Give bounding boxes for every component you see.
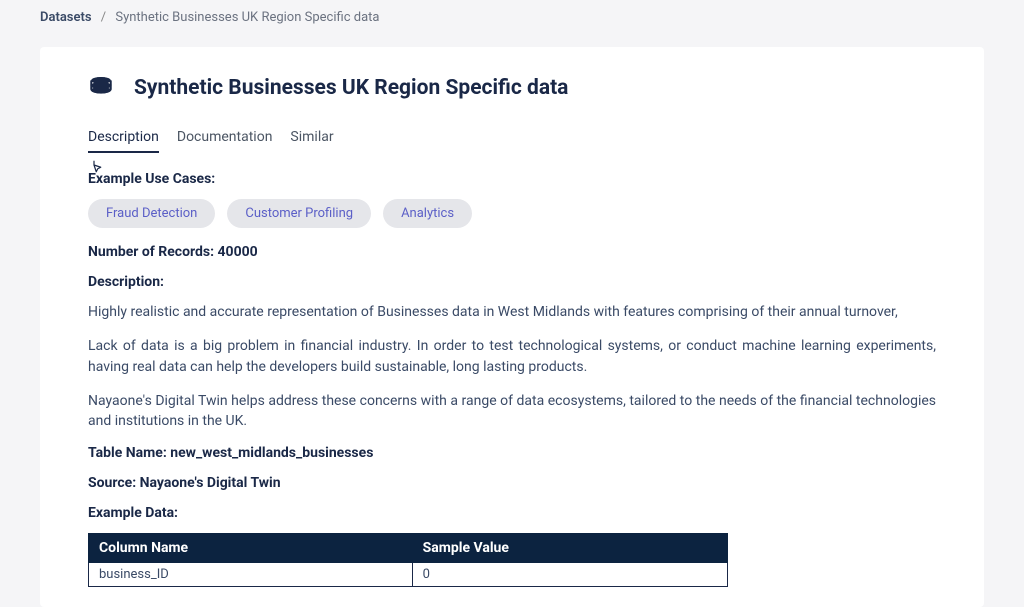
example-table: Column Name Sample Value business_ID 0 (88, 533, 728, 587)
th-column-name: Column Name (89, 534, 413, 563)
tab-description[interactable]: Description (88, 129, 159, 153)
source-value: Nayaone's Digital Twin (140, 475, 281, 491)
table-name-value: new_west_midlands_businesses (170, 445, 373, 461)
records-value: 40000 (218, 244, 258, 260)
description-p3: Nayaone's Digital Twin helps address the… (88, 391, 936, 432)
table-name-key: Table Name: (88, 445, 170, 461)
tab-documentation[interactable]: Documentation (177, 129, 273, 153)
records-key: Number of Records: (88, 244, 218, 260)
breadcrumb: Datasets / Synthetic Businesses UK Regio… (0, 0, 1024, 35)
content: Example Use Cases: Fraud Detection Custo… (40, 153, 984, 607)
page-title: Synthetic Businesses UK Region Specific … (134, 76, 568, 100)
breadcrumb-separator: / (101, 10, 106, 25)
example-table-wrap: Column Name Sample Value business_ID 0 (88, 533, 936, 587)
example-data-label: Example Data: (88, 505, 936, 521)
th-sample-value: Sample Value (412, 534, 727, 563)
tab-similar[interactable]: Similar (290, 129, 333, 153)
source-key: Source: (88, 475, 140, 491)
td-val: 0 (412, 563, 727, 587)
breadcrumb-current: Synthetic Businesses UK Region Specific … (115, 10, 379, 25)
description-p1: Highly realistic and accurate representa… (88, 302, 936, 322)
use-case-tags: Fraud Detection Customer Profiling Analy… (88, 199, 936, 228)
table-header-row: Column Name Sample Value (89, 534, 728, 563)
table-name: Table Name: new_west_midlands_businesses (88, 445, 936, 461)
records-count: Number of Records: 40000 (88, 244, 936, 260)
tabs: Description Documentation Similar (40, 129, 984, 153)
description-p2: Lack of data is a big problem in financi… (88, 336, 936, 377)
cursor-pointer-icon (88, 159, 106, 177)
use-cases-label: Example Use Cases: (88, 171, 936, 187)
tag-fraud-detection[interactable]: Fraud Detection (88, 199, 215, 228)
source: Source: Nayaone's Digital Twin (88, 475, 936, 491)
title-row: Synthetic Businesses UK Region Specific … (40, 75, 984, 101)
table-row: business_ID 0 (89, 563, 728, 587)
td-col: business_ID (89, 563, 413, 587)
main-card: Synthetic Businesses UK Region Specific … (40, 47, 984, 607)
database-icon (88, 75, 114, 101)
tag-customer-profiling[interactable]: Customer Profiling (227, 199, 371, 228)
tag-analytics[interactable]: Analytics (383, 199, 472, 228)
description-label: Description: (88, 274, 936, 290)
breadcrumb-root[interactable]: Datasets (40, 10, 92, 25)
